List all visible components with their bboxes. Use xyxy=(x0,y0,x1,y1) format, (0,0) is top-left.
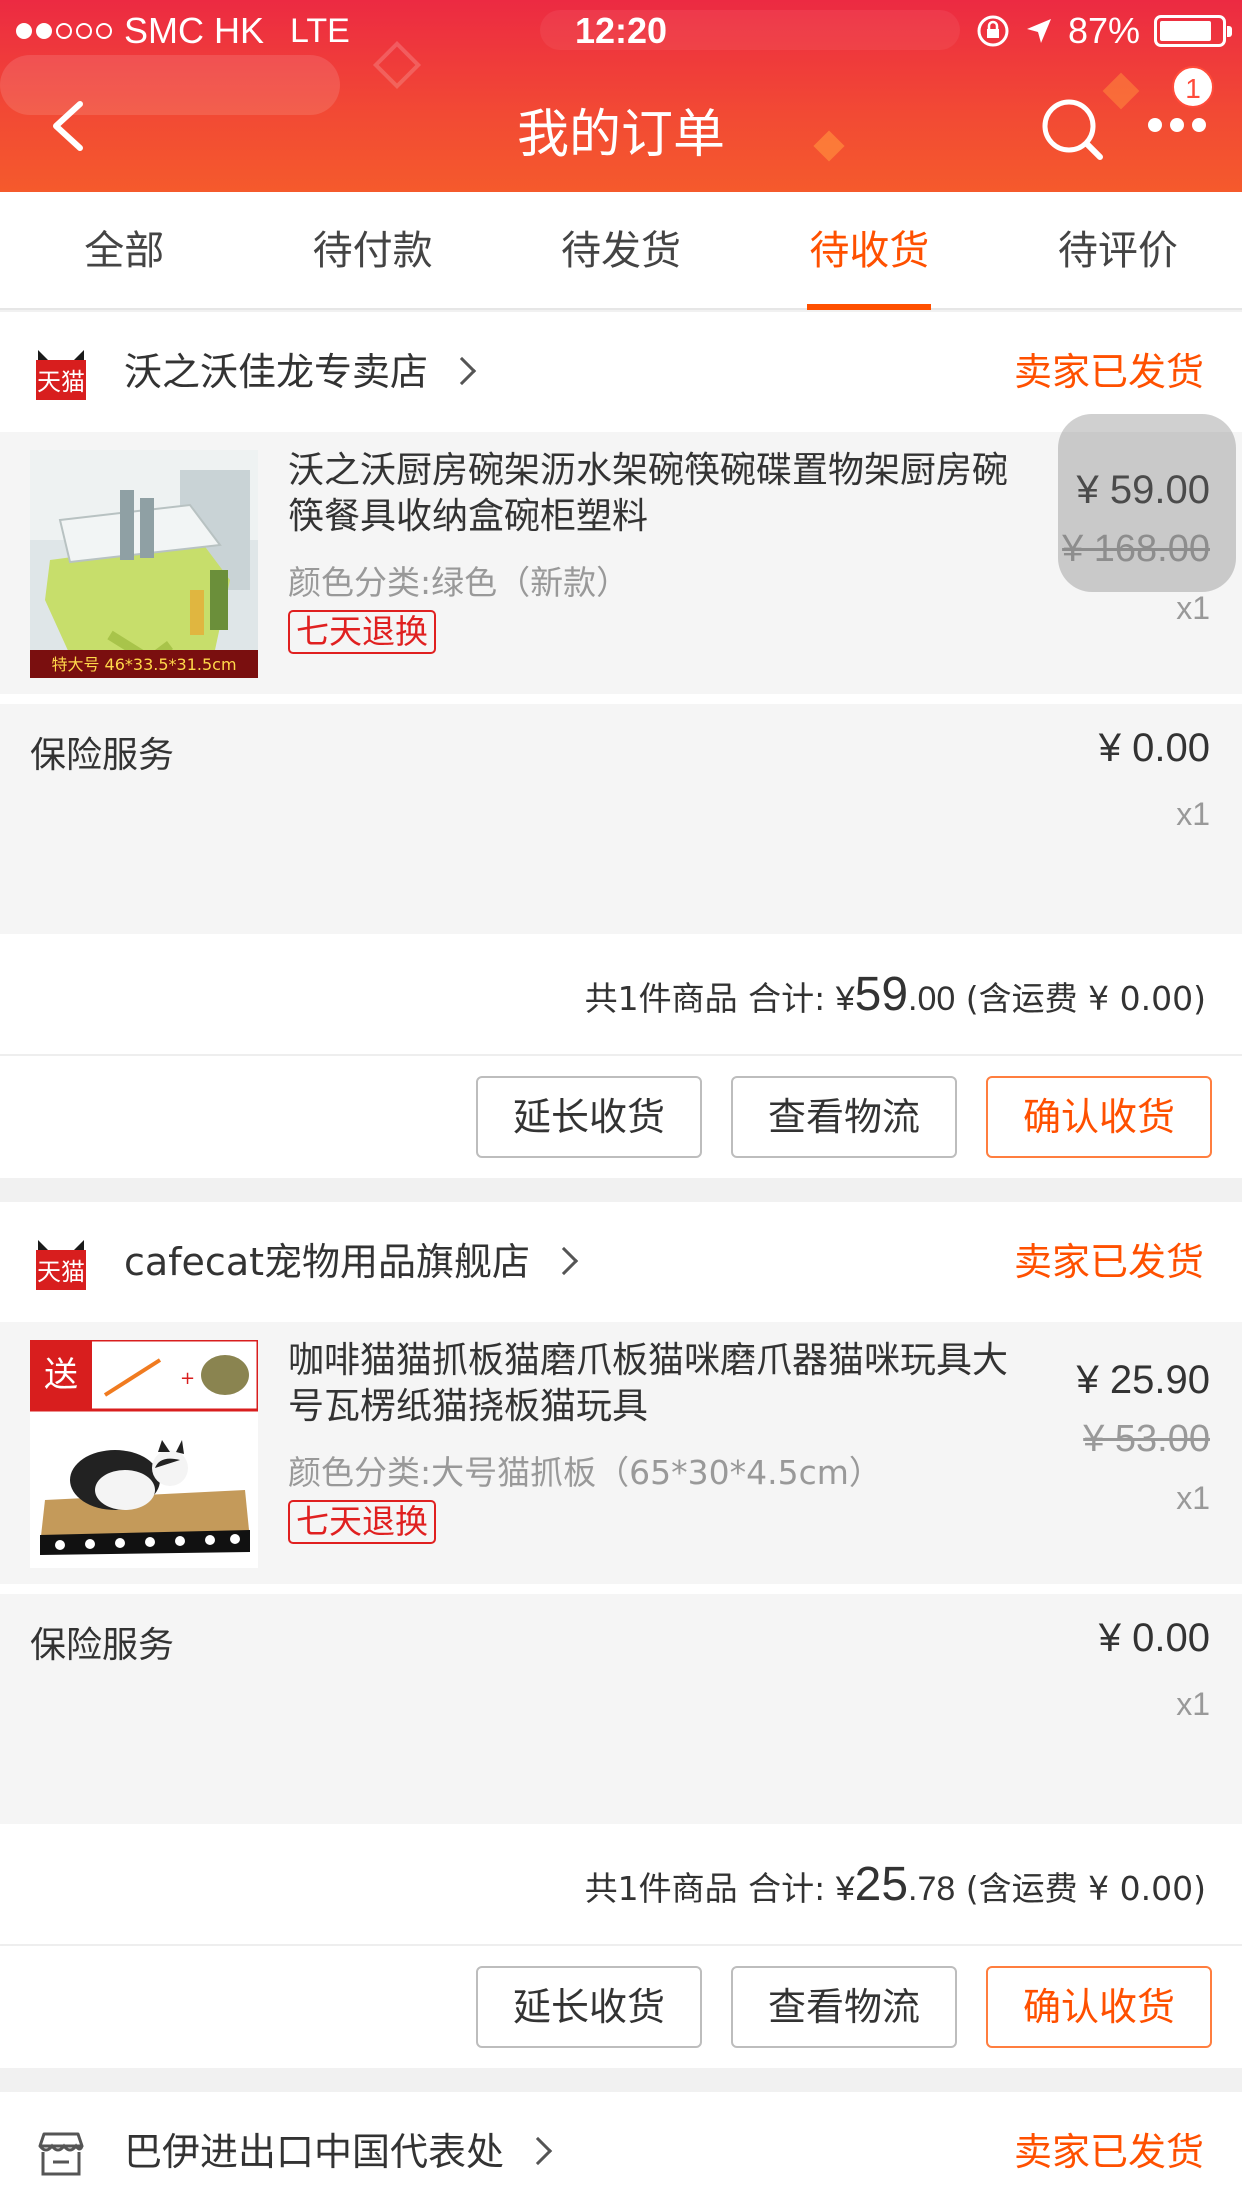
summary-total-dec: .00 xyxy=(908,980,956,1018)
shop-name: 沃之沃佳龙专卖店 xyxy=(124,350,429,394)
shop-row[interactable]: 巴伊进出口中国代表处 卖家已发货 xyxy=(0,2092,1242,2208)
tab-pending-receipt[interactable]: 待收货 xyxy=(745,192,993,308)
insurance-label: 保险服务 xyxy=(30,1625,175,1666)
status-bar: SMC HK LTE 12:20 87% xyxy=(0,0,1242,60)
tab-pending-shipment[interactable]: 待发货 xyxy=(497,192,745,308)
insurance-service[interactable]: 保险服务 ¥ 0.00 x1 xyxy=(0,1594,1242,1824)
order-status: 卖家已发货 xyxy=(1013,1240,1204,1284)
notification-badge: 1 xyxy=(1172,66,1214,108)
battery-percent: 87% xyxy=(1067,10,1140,51)
order-card: 天猫 沃之沃佳龙专卖店 卖家已发货 特大号 46*33.5*31.5cm 沃之沃… xyxy=(0,312,1242,1178)
order-item[interactable]: 送 + 咖啡猫猫抓板猫磨爪板猫咪磨爪器猫咪玩具大号瓦楞纸猫挠板猫玩具 颜色分类:… xyxy=(0,1322,1242,1584)
product-price: ¥ 25.90 xyxy=(1076,1358,1210,1402)
return-policy-tag: 七天退换 xyxy=(288,610,436,654)
chevron-right-icon xyxy=(447,356,477,385)
tab-pending-payment[interactable]: 待付款 xyxy=(248,192,496,308)
product-quantity: x1 xyxy=(1176,590,1210,626)
order-actions: 延长收货 查看物流 确认收货 xyxy=(0,1946,1242,2068)
product-sku: 颜色分类:绿色（新款） xyxy=(288,563,630,602)
extend-receipt-button[interactable]: 延长收货 xyxy=(476,1076,702,1158)
return-policy-tag: 七天退换 xyxy=(288,1500,436,1544)
chevron-right-icon xyxy=(523,2136,553,2165)
shop-name: cafecat宠物用品旗舰店 xyxy=(124,1240,531,1284)
order-tabs: 全部 待付款 待发货 待收货 待评价 xyxy=(0,192,1242,310)
summary-shipping: (含运费 ¥ 0.00) xyxy=(965,979,1206,1018)
summary-count: 共1件商品 合计: xyxy=(584,1869,826,1908)
original-price: ¥ 53.00 xyxy=(1083,1418,1210,1460)
summary-total-int: 25 xyxy=(854,1858,909,1911)
product-quantity: x1 xyxy=(1176,1480,1210,1516)
rotation-lock-icon xyxy=(977,15,1009,47)
product-thumbnail[interactable]: 特大号 46*33.5*31.5cm xyxy=(30,450,258,678)
tmall-logo-icon: 天猫 xyxy=(36,350,86,400)
product-thumbnail[interactable]: 送 + xyxy=(30,1340,258,1568)
tab-pending-review[interactable]: 待评价 xyxy=(994,192,1242,308)
chevron-right-icon xyxy=(549,1246,579,1275)
tmall-logo-text: 天猫 xyxy=(37,1258,85,1286)
more-icon[interactable] xyxy=(1146,112,1208,138)
insurance-service[interactable]: 保险服务 ¥ 0.00 x1 xyxy=(0,704,1242,934)
order-card: 巴伊进出口中国代表处 卖家已发货 xyxy=(0,2092,1242,2208)
insurance-price: ¥ 0.00 xyxy=(1098,726,1210,770)
search-icon[interactable] xyxy=(1038,95,1108,165)
location-arrow-icon xyxy=(1026,19,1051,43)
thumbnail-caption: 特大号 46*33.5*31.5cm xyxy=(51,655,236,674)
insurance-label: 保险服务 xyxy=(30,735,175,776)
summary-count: 共1件商品 合计: xyxy=(584,979,826,1018)
summary-total-int: 59 xyxy=(854,968,909,1021)
summary-currency: ¥ xyxy=(835,980,855,1018)
product-title: 沃之沃厨房碗架沥水架碗筷碗碟置物架厨房碗筷餐具收纳盒碗柜塑料 xyxy=(288,450,1009,537)
shop-name: 巴伊进出口中国代表处 xyxy=(124,2130,505,2174)
assistive-touch-button[interactable] xyxy=(1058,414,1236,592)
svg-text:+: + xyxy=(180,1368,195,1389)
summary-currency: ¥ xyxy=(835,1870,855,1908)
confirm-receipt-button[interactable]: 确认收货 xyxy=(986,1076,1212,1158)
view-logistics-button[interactable]: 查看物流 xyxy=(731,1076,957,1158)
insurance-price: ¥ 0.00 xyxy=(1098,1616,1210,1660)
order-actions: 延长收货 查看物流 确认收货 xyxy=(0,1056,1242,1178)
order-summary: 共1件商品 合计: ¥59.00 (含运费 ¥ 0.00) xyxy=(0,934,1242,1056)
extend-receipt-button[interactable]: 延长收货 xyxy=(476,1966,702,2048)
order-item[interactable]: 特大号 46*33.5*31.5cm 沃之沃厨房碗架沥水架碗筷碗碟置物架厨房碗筷… xyxy=(0,432,1242,694)
tmall-logo-icon: 天猫 xyxy=(36,1240,86,1290)
app-header: SMC HK LTE 12:20 87% 我的订单 1 xyxy=(0,0,1242,192)
product-sku: 颜色分类:大号猫抓板（65*30*4.5cm） xyxy=(288,1453,882,1492)
insurance-quantity: x1 xyxy=(1176,1686,1210,1722)
insurance-quantity: x1 xyxy=(1176,796,1210,832)
battery-icon xyxy=(1154,15,1232,47)
product-title: 咖啡猫猫抓板猫磨爪板猫咪磨爪器猫咪玩具大号瓦楞纸猫挠板猫玩具 xyxy=(288,1340,1009,1427)
gift-badge: 送 xyxy=(44,1355,78,1395)
order-status: 卖家已发货 xyxy=(1013,2130,1204,2174)
order-card: 天猫 cafecat宠物用品旗舰店 卖家已发货 送 + 咖啡猫猫抓板猫磨爪板猫咪… xyxy=(0,1202,1242,2068)
store-icon xyxy=(38,2132,84,2176)
tab-all[interactable]: 全部 xyxy=(0,192,248,308)
order-summary: 共1件商品 合计: ¥25.78 (含运费 ¥ 0.00) xyxy=(0,1824,1242,1946)
summary-shipping: (含运费 ¥ 0.00) xyxy=(965,1869,1206,1908)
view-logistics-button[interactable]: 查看物流 xyxy=(731,1966,957,2048)
summary-total-dec: .78 xyxy=(908,1870,956,1908)
tmall-logo-text: 天猫 xyxy=(37,368,85,396)
confirm-receipt-button[interactable]: 确认收货 xyxy=(986,1966,1212,2048)
shop-row[interactable]: 天猫 沃之沃佳龙专卖店 卖家已发货 xyxy=(0,312,1242,432)
shop-row[interactable]: 天猫 cafecat宠物用品旗舰店 卖家已发货 xyxy=(0,1202,1242,1322)
